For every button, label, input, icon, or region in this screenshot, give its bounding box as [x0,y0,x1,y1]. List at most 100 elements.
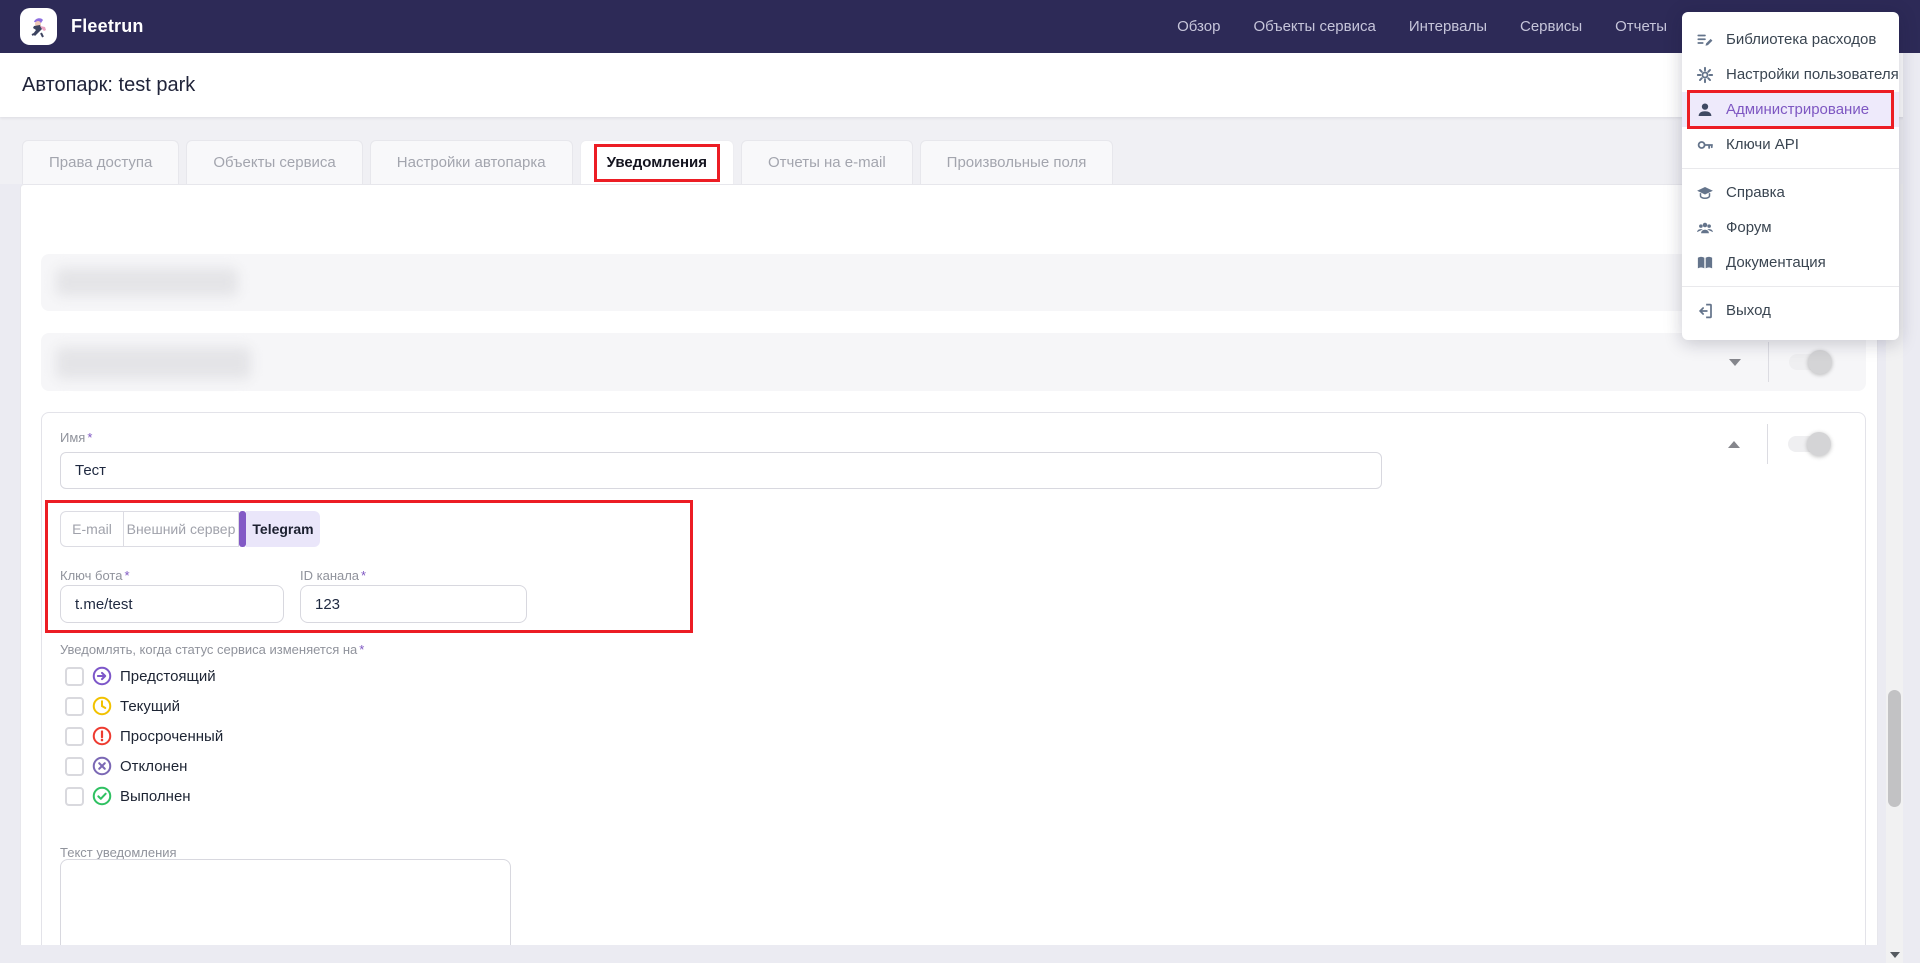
channel-id-label: ID канала * [300,568,367,583]
nav-item-services[interactable]: Сервисы [1520,18,1582,35]
tab-fleet-settings[interactable]: Настройки автопарка [369,140,573,184]
status-checkbox-list: Предстоящий Текущий Просроченный Отклоне… [60,661,223,811]
status-overdue: Просроченный [60,721,223,751]
key-icon [1696,136,1714,154]
status-label: Текущий [120,697,180,715]
tab-access-rights[interactable]: Права доступа [22,140,180,184]
tab-email-reports[interactable]: Отчеты на e-mail [741,140,913,184]
mascot-icon [31,17,46,37]
menu-item-user-settings[interactable]: Настройки пользователя [1682,57,1899,92]
notifications-panel: Имя* E-mail Внешний сервер Telegram Ключ… [20,184,1878,963]
channel-tab-external-server[interactable]: Внешний сервер [124,511,239,547]
nav-item-service-objects[interactable]: Объекты сервиса [1253,18,1375,35]
tab-label: Права доступа [49,154,153,171]
menu-item-documentation[interactable]: Документация [1682,245,1899,280]
statuses-label: Уведомлять, когда статус сервиса изменяе… [60,642,365,657]
user-icon [1696,101,1714,119]
nav-item-overview[interactable]: Обзор [1177,18,1220,35]
tab-label: Отчеты на e-mail [768,154,886,171]
status-checkbox[interactable] [65,666,84,686]
page-background-strip [1903,53,1920,963]
page-title: Автопарк: test park [22,73,196,96]
notification-toggle[interactable] [1788,432,1831,456]
menu-item-label: Справка [1726,184,1785,201]
tabs-row: Права доступа Объекты сервиса Настройки … [22,140,1114,184]
graduation-cap-icon [1696,184,1714,202]
status-rejected: Отклонен [60,751,223,781]
menu-item-label: Ключи API [1726,136,1799,153]
menu-item-label: Документация [1726,254,1826,271]
status-current: Текущий [60,691,223,721]
status-label: Отклонен [120,757,188,775]
chevron-up-icon[interactable] [1721,440,1747,448]
nav-item-intervals[interactable]: Интервалы [1409,18,1487,35]
upcoming-icon [91,665,113,687]
tab-service-objects[interactable]: Объекты сервиса [186,140,363,184]
status-checkbox[interactable] [65,786,84,806]
tab-notifications[interactable]: Уведомления [579,140,734,184]
menu-divider [1682,168,1899,169]
tab-label: Уведомления [606,154,707,171]
name-label: Имя * [60,430,93,445]
notification-card-collapsed-2[interactable] [41,333,1866,391]
required-mark: * [361,568,367,583]
required-mark: * [124,568,130,583]
user-dropdown-menu: Библиотека расходов Настройки пользовате… [1682,12,1899,340]
status-checkbox[interactable] [65,726,84,746]
menu-item-administration[interactable]: Администрирование [1682,90,1899,129]
clock-icon [91,695,113,717]
notification-card-collapsed-1[interactable] [41,254,1866,311]
notification-card-expanded: Имя* E-mail Внешний сервер Telegram Ключ… [41,412,1866,963]
scrollbar-down-arrow[interactable] [1890,952,1900,958]
status-checkbox[interactable] [65,696,84,716]
page-header: Автопарк: test park [0,53,1920,117]
menu-item-help[interactable]: Справка [1682,175,1899,210]
page-background-strip [0,945,1886,963]
fleetrun-logo[interactable] [20,8,57,45]
tabs-bar: Права доступа Объекты сервиса Настройки … [0,117,1920,184]
menu-divider [1682,286,1899,287]
name-input[interactable] [60,452,1382,489]
divider [1767,424,1768,464]
bot-key-input[interactable] [60,585,284,623]
message-label: Текст уведомления [60,845,177,860]
channel-tab-email[interactable]: E-mail [60,511,124,547]
top-navbar: Fleetrun Обзор Объекты сервиса Интервалы Се… [0,0,1920,53]
status-checkbox[interactable] [65,756,84,776]
tab-label: Произвольные поля [946,154,1087,171]
chevron-down-icon[interactable] [1722,358,1748,366]
menu-item-logout[interactable]: Выход [1682,293,1899,328]
status-done: Выполнен [60,781,223,811]
status-label: Предстоящий [120,667,216,685]
app-window: Fleetrun Обзор Объекты сервиса Интервалы Се… [0,0,1920,963]
menu-item-expense-library[interactable]: Библиотека расходов [1682,22,1899,57]
blurred-notification-name [56,268,238,296]
gear-icon [1696,66,1714,84]
menu-item-label: Настройки пользователя [1726,66,1899,83]
menu-item-forum[interactable]: Форум [1682,210,1899,245]
brand-name[interactable]: Fleetrun [71,0,144,53]
notification-toggle[interactable] [1789,350,1832,374]
active-segment-indicator [239,511,246,547]
status-upcoming: Предстоящий [60,661,223,691]
status-label: Просроченный [120,727,224,745]
menu-item-api-keys[interactable]: Ключи API [1682,127,1899,162]
logout-icon [1696,302,1714,320]
status-label: Выполнен [120,787,191,805]
scrollbar-thumb[interactable] [1888,690,1901,807]
channel-type-switcher: E-mail Внешний сервер Telegram [60,511,320,547]
tab-label: Объекты сервиса [213,154,336,171]
channel-tab-telegram[interactable]: Telegram [246,511,320,547]
menu-item-label: Выход [1726,302,1771,319]
forum-icon [1696,219,1714,237]
blurred-notification-name [56,347,251,379]
navbar-menu: Обзор Объекты сервиса Интервалы Сервисы Отче… [1177,0,1667,53]
library-icon [1696,31,1714,49]
menu-item-label: Администрирование [1726,101,1870,118]
tab-custom-fields[interactable]: Произвольные поля [919,140,1114,184]
nav-item-reports[interactable]: Отчеты [1615,18,1667,35]
channel-id-input[interactable] [300,585,527,623]
menu-item-label: Форум [1726,219,1772,236]
rejected-icon [91,755,113,777]
bot-key-label: Ключ бота * [60,568,130,583]
